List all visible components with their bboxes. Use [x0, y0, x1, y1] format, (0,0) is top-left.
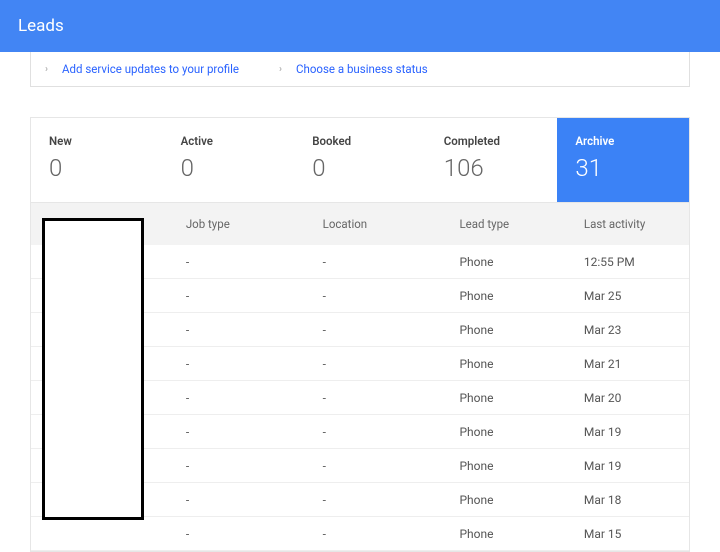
cell-jobtype: -: [186, 459, 323, 473]
tab-value: 0: [49, 154, 145, 182]
table-row[interactable]: --PhoneMar 15: [31, 517, 689, 551]
cell-activity: Mar 19: [584, 425, 671, 439]
cell-activity: Mar 21: [584, 357, 671, 371]
cell-activity: Mar 19: [584, 459, 671, 473]
tab-completed[interactable]: Completed 106: [426, 118, 558, 202]
cell-jobtype: -: [186, 493, 323, 507]
cell-activity: 12:55 PM: [584, 255, 671, 269]
cell-leadtype: Phone: [459, 527, 583, 541]
cell-location: -: [323, 357, 460, 371]
page-header: Leads: [0, 0, 720, 52]
cell-location: -: [323, 391, 460, 405]
col-header-jobtype: Job type: [186, 217, 323, 231]
cell-activity: Mar 15: [584, 527, 671, 541]
notice-link-business-status[interactable]: › Choose a business status: [279, 62, 428, 76]
cell-location: -: [323, 493, 460, 507]
tab-label: Booked: [312, 134, 408, 148]
redacted-region: [42, 218, 144, 520]
cell-jobtype: -: [186, 323, 323, 337]
col-header-leadtype: Lead type: [459, 217, 583, 231]
cell-leadtype: Phone: [459, 323, 583, 337]
cell-jobtype: -: [186, 357, 323, 371]
tab-new[interactable]: New 0: [31, 118, 163, 202]
notice-bar: › Add service updates to your profile › …: [30, 52, 690, 87]
tab-value: 106: [444, 154, 540, 182]
cell-leadtype: Phone: [459, 357, 583, 371]
tab-label: Completed: [444, 134, 540, 148]
page-title: Leads: [18, 16, 64, 36]
cell-leadtype: Phone: [459, 255, 583, 269]
tab-value: 31: [575, 154, 671, 182]
tab-booked[interactable]: Booked 0: [294, 118, 426, 202]
cell-location: -: [323, 323, 460, 337]
tab-value: 0: [181, 154, 277, 182]
tab-value: 0: [312, 154, 408, 182]
notice-label: Choose a business status: [296, 62, 428, 76]
tab-label: New: [49, 134, 145, 148]
notice-label: Add service updates to your profile: [62, 62, 239, 76]
cell-location: -: [323, 289, 460, 303]
cell-jobtype: -: [186, 527, 323, 541]
cell-jobtype: -: [186, 391, 323, 405]
cell-leadtype: Phone: [459, 425, 583, 439]
tab-active[interactable]: Active 0: [163, 118, 295, 202]
tab-label: Archive: [575, 134, 671, 148]
cell-location: -: [323, 527, 460, 541]
cell-leadtype: Phone: [459, 459, 583, 473]
tab-label: Active: [181, 134, 277, 148]
cell-location: -: [323, 255, 460, 269]
chevron-right-icon: ›: [45, 64, 48, 75]
cell-leadtype: Phone: [459, 289, 583, 303]
cell-leadtype: Phone: [459, 493, 583, 507]
col-header-activity: Last activity: [584, 217, 671, 231]
tab-archive[interactable]: Archive 31: [557, 118, 689, 202]
cell-activity: Mar 25: [584, 289, 671, 303]
cell-jobtype: -: [186, 425, 323, 439]
cell-activity: Mar 20: [584, 391, 671, 405]
cell-activity: Mar 23: [584, 323, 671, 337]
cell-jobtype: -: [186, 289, 323, 303]
cell-jobtype: -: [186, 255, 323, 269]
status-tabs: New 0 Active 0 Booked 0 Completed 106 Ar…: [30, 117, 690, 203]
cell-location: -: [323, 425, 460, 439]
notice-link-service-updates[interactable]: › Add service updates to your profile: [45, 62, 239, 76]
chevron-right-icon: ›: [279, 64, 282, 75]
cell-leadtype: Phone: [459, 391, 583, 405]
cell-location: -: [323, 459, 460, 473]
cell-activity: Mar 18: [584, 493, 671, 507]
col-header-location: Location: [323, 217, 460, 231]
